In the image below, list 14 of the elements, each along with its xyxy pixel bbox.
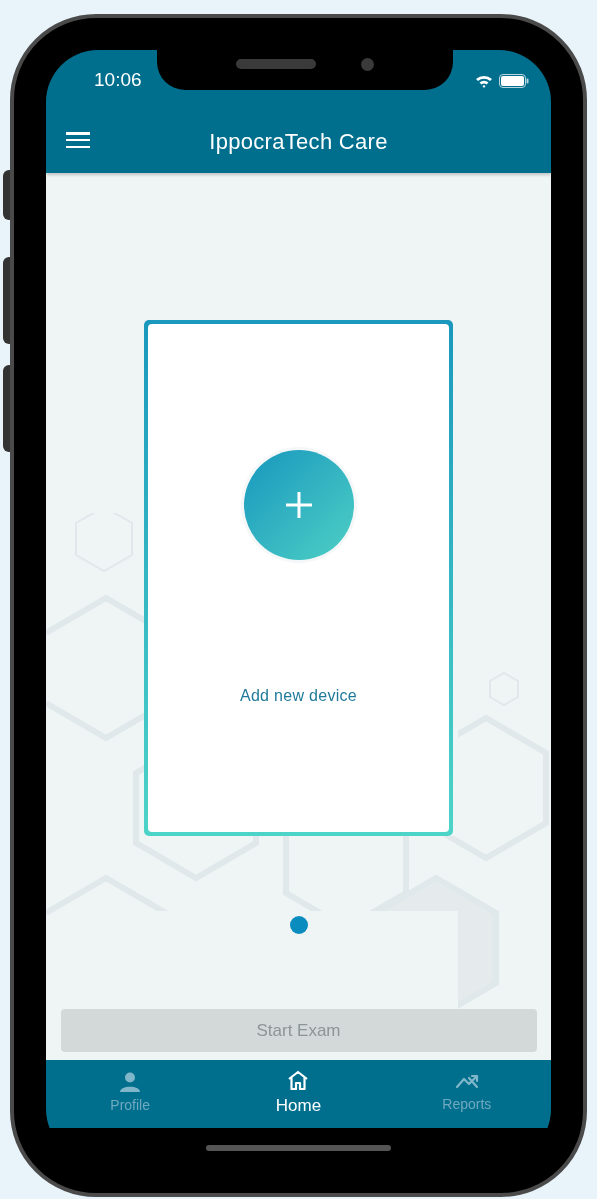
person-icon: [119, 1072, 142, 1092]
plus-icon: [284, 491, 313, 519]
status-time: 10:06: [94, 68, 142, 93]
tab-button[interactable]: Home: [214, 1060, 383, 1128]
home-icon: [287, 1069, 310, 1090]
trend-chart-icon: [454, 1073, 479, 1091]
add-device-label: Add new device: [239, 686, 358, 706]
wifi-icon: [475, 73, 493, 88]
device-card[interactable]: Add new device: [144, 320, 453, 836]
menu-button[interactable]: [66, 130, 90, 150]
battery-icon: [499, 73, 529, 88]
app-title: IppocraTech Care: [209, 128, 388, 156]
tab-button[interactable]: Reports: [382, 1060, 551, 1128]
tab-button[interactable]: Profile: [46, 1060, 215, 1128]
